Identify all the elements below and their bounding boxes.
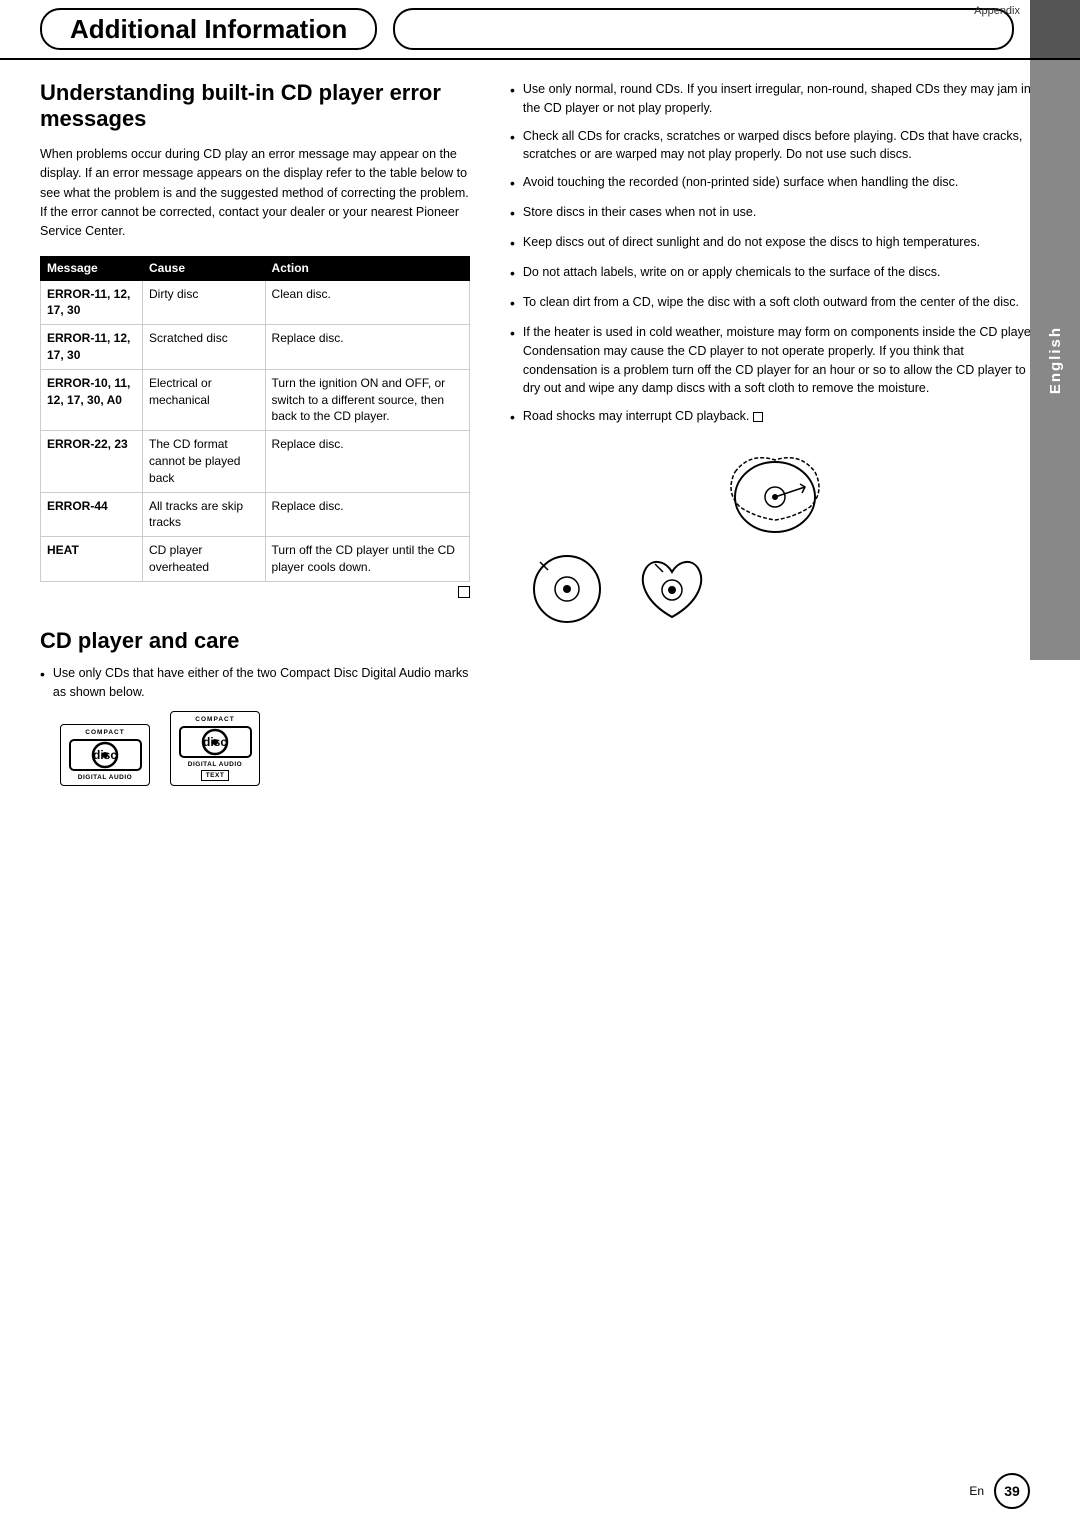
- appendix-label: Appendix: [974, 5, 1020, 17]
- header-title-box: Additional Information: [40, 8, 377, 50]
- section1-body: When problems occur during CD play an er…: [40, 145, 470, 242]
- table-cell-action: Replace disc.: [265, 325, 469, 370]
- error-table: Message Cause Action ERROR-11, 12, 17, 3…: [40, 256, 470, 582]
- table-header-action: Action: [265, 256, 469, 280]
- english-sidebar-text: English: [1047, 326, 1064, 394]
- page-number: 39: [994, 1473, 1030, 1509]
- table-cell-message: ERROR-44: [41, 492, 143, 537]
- footer-en: En: [969, 1484, 984, 1498]
- table-cell-message: ERROR-11, 12, 17, 30: [41, 325, 143, 370]
- right-bullets-list: Use only normal, round CDs. If you inser…: [510, 80, 1040, 428]
- section2-intro-list: Use only CDs that have either of the two…: [40, 664, 470, 702]
- disc-images: [530, 552, 1040, 627]
- cd-logo-2-svg: disc: [178, 723, 253, 761]
- right-bullet-item: Road shocks may interrupt CD playback.: [510, 407, 1040, 428]
- svg-text:disc: disc: [202, 735, 226, 749]
- page-wrapper: Appendix Additional Information English …: [0, 0, 1080, 1529]
- svg-text:disc: disc: [92, 748, 116, 762]
- table-cell-cause: All tracks are skip tracks: [143, 492, 266, 537]
- right-column: Use only normal, round CDs. If you inser…: [500, 80, 1040, 786]
- table-cell-message: ERROR-10, 11, 12, 17, 30, A0: [41, 369, 143, 430]
- table-header-message: Message: [41, 256, 143, 280]
- right-bullet-item: Keep discs out of direct sunlight and do…: [510, 233, 1040, 254]
- left-column: Understanding built-in CD player error m…: [40, 80, 500, 786]
- english-sidebar: English: [1030, 60, 1080, 660]
- table-cell-cause: Scratched disc: [143, 325, 266, 370]
- right-bullet-item: Do not attach labels, write on or apply …: [510, 263, 1040, 284]
- cd-logo-1: COMPACT disc DIGITAL AUDIO: [60, 724, 150, 786]
- wipe-svg: [715, 442, 835, 542]
- wipe-illustration: [510, 442, 1040, 542]
- table-cell-action: Replace disc.: [265, 431, 469, 492]
- table-cell-cause: The CD format cannot be played back: [143, 431, 266, 492]
- right-bullet-item: If the heater is used in cold weather, m…: [510, 323, 1040, 398]
- table-cell-action: Turn the ignition ON and OFF, or switch …: [265, 369, 469, 430]
- cd-logo-1-svg: disc: [68, 736, 143, 774]
- top-bar: Appendix Additional Information: [0, 0, 1080, 60]
- footer: En 39: [969, 1473, 1030, 1509]
- table-end-icon: [40, 586, 470, 598]
- header-right-box: [1030, 0, 1080, 58]
- header-middle-box: [393, 8, 1014, 50]
- header-title: Additional Information: [70, 14, 347, 45]
- table-cell-cause: Dirty disc: [143, 280, 266, 325]
- table-cell-action: Clean disc.: [265, 280, 469, 325]
- right-bullet-item: Avoid touching the recorded (non-printed…: [510, 173, 1040, 194]
- table-cell-message: ERROR-11, 12, 17, 30: [41, 280, 143, 325]
- table-cell-message: ERROR-22, 23: [41, 431, 143, 492]
- cd-logos: COMPACT disc DIGITAL AUDIO: [60, 711, 470, 786]
- right-bullet-item: To clean dirt from a CD, wipe the disc w…: [510, 293, 1040, 314]
- main-content: Understanding built-in CD player error m…: [0, 80, 1080, 786]
- section2-title: CD player and care: [40, 628, 470, 654]
- table-cell-action: Turn off the CD player until the CD play…: [265, 537, 469, 582]
- section1: Understanding built-in CD player error m…: [40, 80, 470, 598]
- right-bullet-item: Use only normal, round CDs. If you inser…: [510, 80, 1040, 118]
- table-cell-cause: Electrical or mechanical: [143, 369, 266, 430]
- cd-logo-2: COMPACT disc DIGITAL AUDIO TEXT: [170, 711, 260, 786]
- disc-icon-round: [530, 552, 605, 627]
- section1-title: Understanding built-in CD player error m…: [40, 80, 470, 133]
- table-header-cause: Cause: [143, 256, 266, 280]
- table-cell-action: Replace disc.: [265, 492, 469, 537]
- table-cell-cause: CD player overheated: [143, 537, 266, 582]
- right-bullet-item: Store discs in their cases when not in u…: [510, 203, 1040, 224]
- disc-icon-irregular: [635, 552, 710, 627]
- table-cell-message: HEAT: [41, 537, 143, 582]
- section2: CD player and care Use only CDs that hav…: [40, 628, 470, 787]
- section2-intro-item: Use only CDs that have either of the two…: [40, 664, 470, 702]
- right-bullet-item: Check all CDs for cracks, scratches or w…: [510, 127, 1040, 165]
